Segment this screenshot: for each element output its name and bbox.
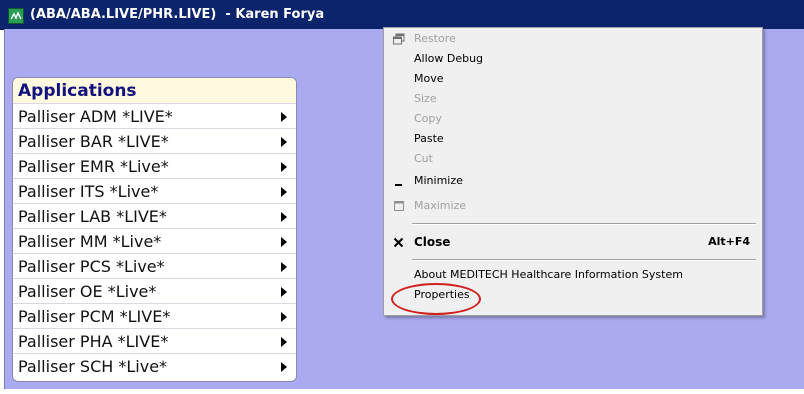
submenu-arrow-icon [281,262,287,272]
menu-item-allow-debug[interactable]: Allow Debug [384,49,762,69]
menu-item-cut-label: Cut [414,152,433,165]
close-shortcut: Alt+F4 [708,235,750,248]
window-title: (ABA/ABA.LIVE/PHR.LIVE) - Karen Forya [30,5,324,25]
meditech-app-icon[interactable] [8,8,24,24]
applications-header: Applications [13,78,296,103]
application-item[interactable]: Palliser PCM *LIVE* [13,303,296,328]
submenu-arrow-icon [281,237,287,247]
application-item-label: Palliser BAR *LIVE* [18,132,169,151]
submenu-arrow-icon [281,137,287,147]
submenu-arrow-icon [281,162,287,172]
system-context-menu: Restore Allow Debug Move Size Copy Paste… [383,27,763,316]
submenu-arrow-icon [281,187,287,197]
submenu-arrow-icon [281,362,287,372]
submenu-arrow-icon [281,337,287,347]
menu-item-properties-label: Properties [414,288,470,301]
application-item[interactable]: Palliser SCH *Live* [13,353,296,378]
close-icon [392,232,406,252]
application-item-label: Palliser LAB *LIVE* [18,207,167,226]
application-item-label: Palliser MM *Live* [18,232,162,251]
application-item[interactable]: Palliser EMR *Live* [13,153,296,178]
submenu-arrow-icon [281,212,287,222]
title-path: (ABA/ABA.LIVE/PHR.LIVE) [30,7,217,22]
menu-item-size[interactable]: Size [384,89,762,109]
application-item[interactable]: Palliser OE *Live* [13,278,296,303]
application-item[interactable]: Palliser BAR *LIVE* [13,128,296,153]
application-item-label: Palliser OE *Live* [18,282,157,301]
restore-icon [392,29,406,49]
menu-separator [412,223,756,225]
application-item-label: Palliser EMR *Live* [18,157,169,176]
application-item[interactable]: Palliser PHA *LIVE* [13,328,296,353]
main-window: (ABA/ABA.LIVE/PHR.LIVE) - Karen Forya Ap… [0,0,804,394]
menu-item-move[interactable]: Move [384,69,762,89]
applications-menu: Applications Palliser ADM *LIVE* Palliser… [12,77,297,382]
application-item-label: Palliser ITS *Live* [18,182,159,201]
applications-list: Palliser ADM *LIVE* Palliser BAR *LIVE* Pa… [13,103,296,378]
menu-item-maximize[interactable]: Maximize [384,196,762,216]
submenu-arrow-icon [281,312,287,322]
title-user: - Karen Forya [216,7,325,22]
application-item[interactable]: Palliser MM *Live* [13,228,296,253]
menu-item-minimize-label: Minimize [414,174,463,187]
title-bar[interactable]: (ABA/ABA.LIVE/PHR.LIVE) - Karen Forya [0,0,804,30]
application-item-label: Palliser PCS *Live* [18,257,165,276]
submenu-arrow-icon [281,112,287,122]
menu-item-copy[interactable]: Copy [384,109,762,129]
application-item-label: Palliser SCH *Live* [18,357,168,376]
menu-item-maximize-label: Maximize [414,199,467,212]
submenu-arrow-icon [281,287,287,297]
menu-item-about-label: About MEDITECH Healthcare Information Sy… [414,268,683,281]
menu-item-close[interactable]: Close Alt+F4 [384,232,762,252]
menu-item-copy-label: Copy [414,112,442,125]
minimize-icon [392,171,406,191]
menu-item-paste[interactable]: Paste [384,129,762,149]
menu-item-cut[interactable]: Cut [384,149,762,169]
application-item-label: Palliser PCM *LIVE* [18,307,171,326]
menu-item-paste-label: Paste [414,132,444,145]
menu-item-minimize[interactable]: Minimize [384,171,762,191]
menu-item-about[interactable]: About MEDITECH Healthcare Information Sy… [384,265,762,285]
application-item[interactable]: Palliser ITS *Live* [13,178,296,203]
menu-item-properties[interactable]: Properties [384,285,762,305]
application-item-label: Palliser PHA *LIVE* [18,332,169,351]
menu-item-close-label: Close [414,235,451,249]
menu-item-move-label: Move [414,72,444,85]
menu-item-size-label: Size [414,92,437,105]
menu-item-restore-label: Restore [414,32,456,45]
menu-item-allow-debug-label: Allow Debug [414,52,484,65]
menu-item-restore[interactable]: Restore [384,29,762,49]
application-item[interactable]: Palliser PCS *Live* [13,253,296,278]
application-item-label: Palliser ADM *LIVE* [18,107,173,126]
application-item[interactable]: Palliser ADM *LIVE* [13,103,296,128]
application-item[interactable]: Palliser LAB *LIVE* [13,203,296,228]
maximize-icon [392,196,406,216]
menu-separator [412,259,756,261]
